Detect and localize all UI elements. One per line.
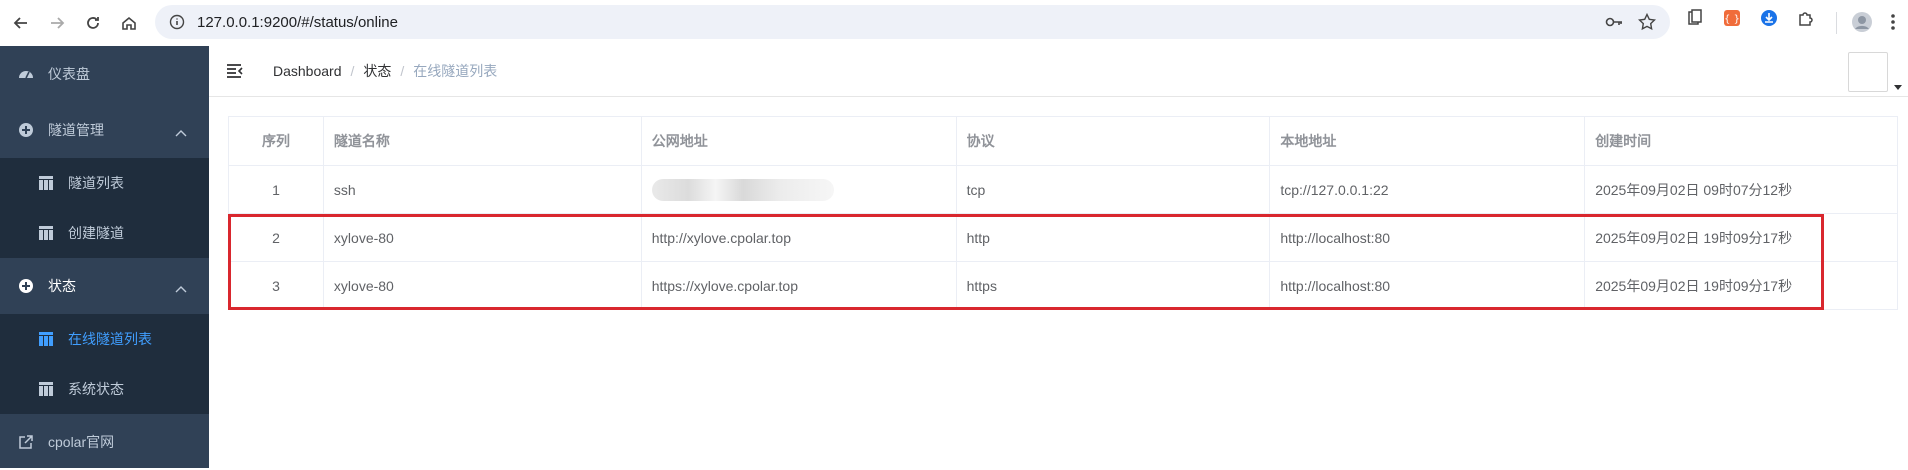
reload-icon bbox=[87, 16, 99, 29]
cell-created-time: 2025年09月02日 19时09分17秒 bbox=[1584, 213, 1898, 262]
sidebar-item-label: 隧道列表 bbox=[68, 175, 124, 191]
sidebar-item-online-tunnels[interactable]: 在线隧道列表 bbox=[0, 314, 209, 364]
caret-down-icon[interactable] bbox=[1894, 78, 1902, 96]
toolbar-divider bbox=[1836, 12, 1837, 34]
cell-public-address: http://xylove.cpolar.top bbox=[640, 213, 957, 262]
chevron-up-icon bbox=[175, 124, 187, 140]
extensions-puzzle-icon[interactable] bbox=[1797, 9, 1815, 32]
sidebar-item-system-status[interactable]: 系统状态 bbox=[0, 364, 209, 414]
breadcrumb-online-tunnels: 在线隧道列表 bbox=[413, 63, 498, 79]
table-icon bbox=[38, 225, 54, 241]
table-row: 1 ssh tcp tcp://127.0.0.1:22 2025年09月02日… bbox=[228, 165, 1898, 214]
table-header-row: 序列 隧道名称 公网地址 协议 本地地址 创建时间 bbox=[228, 116, 1898, 166]
sidebar-item-status[interactable]: 状态 bbox=[0, 258, 209, 314]
sidebar-item-label: 隧道管理 bbox=[48, 122, 104, 138]
cell-protocol: http bbox=[955, 213, 1271, 262]
table-icon bbox=[38, 175, 54, 191]
password-key-icon[interactable] bbox=[1604, 12, 1624, 37]
table-row: 3 xylove-80 https://xylove.cpolar.top ht… bbox=[228, 261, 1898, 310]
sidebar-item-label: 在线隧道列表 bbox=[68, 331, 152, 347]
home-button[interactable] bbox=[116, 10, 142, 36]
cell-public-address: https://xylove.cpolar.top bbox=[640, 261, 957, 310]
online-tunnels-table: 序列 隧道名称 公网地址 协议 本地地址 创建时间 1 ssh tcp tcp:… bbox=[228, 116, 1898, 310]
breadcrumb-separator: / bbox=[350, 63, 355, 79]
reload-button[interactable] bbox=[80, 10, 106, 36]
cell-local-address: tcp://127.0.0.1:22 bbox=[1269, 165, 1586, 214]
forward-button[interactable] bbox=[44, 10, 70, 36]
external-link-icon bbox=[18, 434, 34, 450]
sidebar-item-tunnel-list[interactable]: 隧道列表 bbox=[0, 158, 209, 208]
breadcrumb-separator: / bbox=[400, 63, 405, 79]
sidebar-item-cpolar-website[interactable]: cpolar官网 bbox=[0, 414, 209, 470]
table-row: 2 xylove-80 http://xylove.cpolar.top htt… bbox=[228, 213, 1898, 262]
site-info-icon[interactable] bbox=[167, 12, 187, 32]
cell-created-time: 2025年09月02日 19时09分17秒 bbox=[1584, 261, 1898, 310]
sidebar-item-create-tunnel[interactable]: 创建隧道 bbox=[0, 208, 209, 258]
sidebar-item-dashboard[interactable]: 仪表盘 bbox=[0, 46, 209, 102]
column-header-protocol: 协议 bbox=[955, 116, 1271, 166]
svg-text:{ }: { } bbox=[1724, 14, 1740, 25]
browser-toolbar: 127.0.0.1:9200/#/status/online { } bbox=[0, 0, 1908, 45]
cell-index: 3 bbox=[228, 261, 324, 310]
dashboard-icon bbox=[18, 66, 34, 82]
sidebar-item-label: 状态 bbox=[48, 278, 76, 294]
cell-protocol: https bbox=[955, 261, 1271, 310]
status-icon bbox=[18, 278, 34, 294]
submenu-status: 在线隧道列表 系统状态 bbox=[0, 314, 209, 414]
breadcrumb-dashboard[interactable]: Dashboard bbox=[273, 63, 342, 79]
profile-avatar-icon[interactable] bbox=[1851, 11, 1873, 38]
address-bar[interactable]: 127.0.0.1:9200/#/status/online bbox=[155, 5, 1670, 39]
chevron-up-icon bbox=[175, 280, 187, 296]
cell-name: xylove-80 bbox=[322, 261, 642, 310]
sidebar-item-label: cpolar官网 bbox=[48, 434, 115, 450]
breadcrumb: Dashboard / 状态 / 在线隧道列表 bbox=[273, 61, 497, 81]
cell-name: ssh bbox=[322, 165, 642, 214]
column-header-index: 序列 bbox=[228, 116, 324, 166]
user-avatar[interactable] bbox=[1848, 52, 1888, 92]
cell-protocol: tcp bbox=[955, 165, 1271, 214]
sidebar: 仪表盘 隧道管理 隧道列表 创建隧道 状态 在线隧道列表 系统状态 cpolar… bbox=[0, 46, 209, 468]
cell-created-time: 2025年09月02日 09时07分12秒 bbox=[1584, 165, 1898, 214]
address-url: 127.0.0.1:9200/#/status/online bbox=[197, 13, 398, 31]
extension-blue-download-icon[interactable] bbox=[1760, 9, 1778, 32]
sidebar-item-tunnel-management[interactable]: 隧道管理 bbox=[0, 102, 209, 158]
extension-red-icon[interactable]: { } bbox=[1723, 9, 1741, 32]
breadcrumb-status[interactable]: 状态 bbox=[363, 61, 391, 81]
table-icon bbox=[38, 331, 54, 347]
cell-name: xylove-80 bbox=[322, 213, 642, 262]
column-header-local-address: 本地地址 bbox=[1269, 116, 1586, 166]
redacted-blur bbox=[651, 178, 834, 201]
submenu-tunnel-management: 隧道列表 创建隧道 bbox=[0, 158, 209, 258]
home-icon bbox=[122, 16, 136, 30]
table-icon bbox=[38, 381, 54, 397]
back-arrow-icon bbox=[13, 16, 27, 29]
sidebar-item-label: 系统状态 bbox=[68, 381, 124, 397]
browser-menu-icon[interactable] bbox=[1890, 12, 1896, 37]
cell-public-address bbox=[640, 165, 957, 214]
sidebar-item-label: 创建隧道 bbox=[68, 225, 124, 241]
cell-local-address: http://localhost:80 bbox=[1269, 213, 1586, 262]
bookmark-star-icon[interactable] bbox=[1637, 12, 1657, 36]
hamburger-menu-icon[interactable] bbox=[225, 61, 245, 81]
reading-list-icon[interactable] bbox=[1686, 9, 1704, 32]
sidebar-item-label: 仪表盘 bbox=[48, 66, 90, 82]
tunnel-management-icon bbox=[18, 122, 34, 138]
navbar: Dashboard / 状态 / 在线隧道列表 bbox=[209, 46, 1908, 97]
cell-index: 2 bbox=[228, 213, 324, 262]
column-header-public-address: 公网地址 bbox=[640, 116, 957, 166]
forward-arrow-icon bbox=[51, 16, 65, 29]
cell-local-address: http://localhost:80 bbox=[1269, 261, 1586, 310]
back-button[interactable] bbox=[8, 10, 34, 36]
column-header-created-time: 创建时间 bbox=[1584, 116, 1898, 166]
column-header-name: 隧道名称 bbox=[322, 116, 642, 166]
cell-index: 1 bbox=[228, 165, 324, 214]
